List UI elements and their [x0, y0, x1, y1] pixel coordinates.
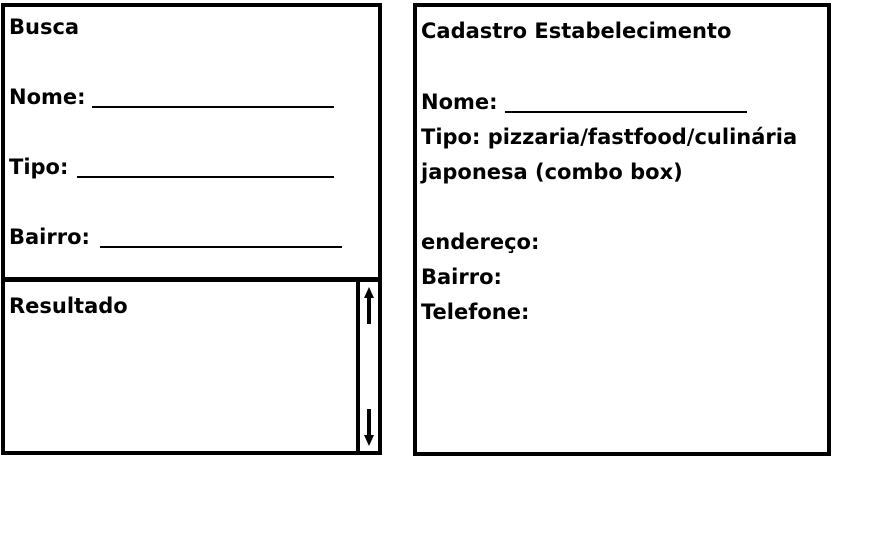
cadastro-endereco-label: endereço:	[421, 230, 540, 254]
cadastro-telefone-label: Telefone:	[421, 300, 530, 324]
cadastro-title: Cadastro Estabelecimento	[421, 19, 732, 43]
arrow-up-icon[interactable]	[363, 286, 375, 326]
cadastro-nome-label: Nome:	[421, 90, 498, 114]
busca-bairro-input[interactable]	[100, 246, 342, 248]
cadastro-tipo-label: Tipo: pizzaria/fastfood/culinária	[421, 125, 798, 149]
cadastro-tipo-combobox-note: japonesa (combo box)	[421, 160, 683, 184]
busca-title: Busca	[9, 15, 80, 39]
busca-bairro-label: Bairro:	[9, 225, 90, 249]
busca-tipo-input[interactable]	[77, 176, 334, 178]
resultado-title: Resultado	[9, 294, 128, 318]
busca-nome-label: Nome:	[9, 85, 86, 109]
resultado-panel: Resultado	[1, 278, 382, 455]
cadastro-panel: Cadastro Estabelecimento Nome: Tipo: piz…	[413, 3, 831, 456]
busca-panel: Busca Nome: Tipo: Bairro:	[1, 3, 382, 281]
cadastro-nome-input[interactable]	[505, 111, 747, 113]
cadastro-bairro-label: Bairro:	[421, 265, 502, 289]
arrow-down-icon[interactable]	[363, 407, 375, 447]
busca-tipo-label: Tipo:	[9, 155, 69, 179]
resultado-scrollbar[interactable]	[356, 282, 378, 451]
busca-nome-input[interactable]	[92, 106, 334, 108]
